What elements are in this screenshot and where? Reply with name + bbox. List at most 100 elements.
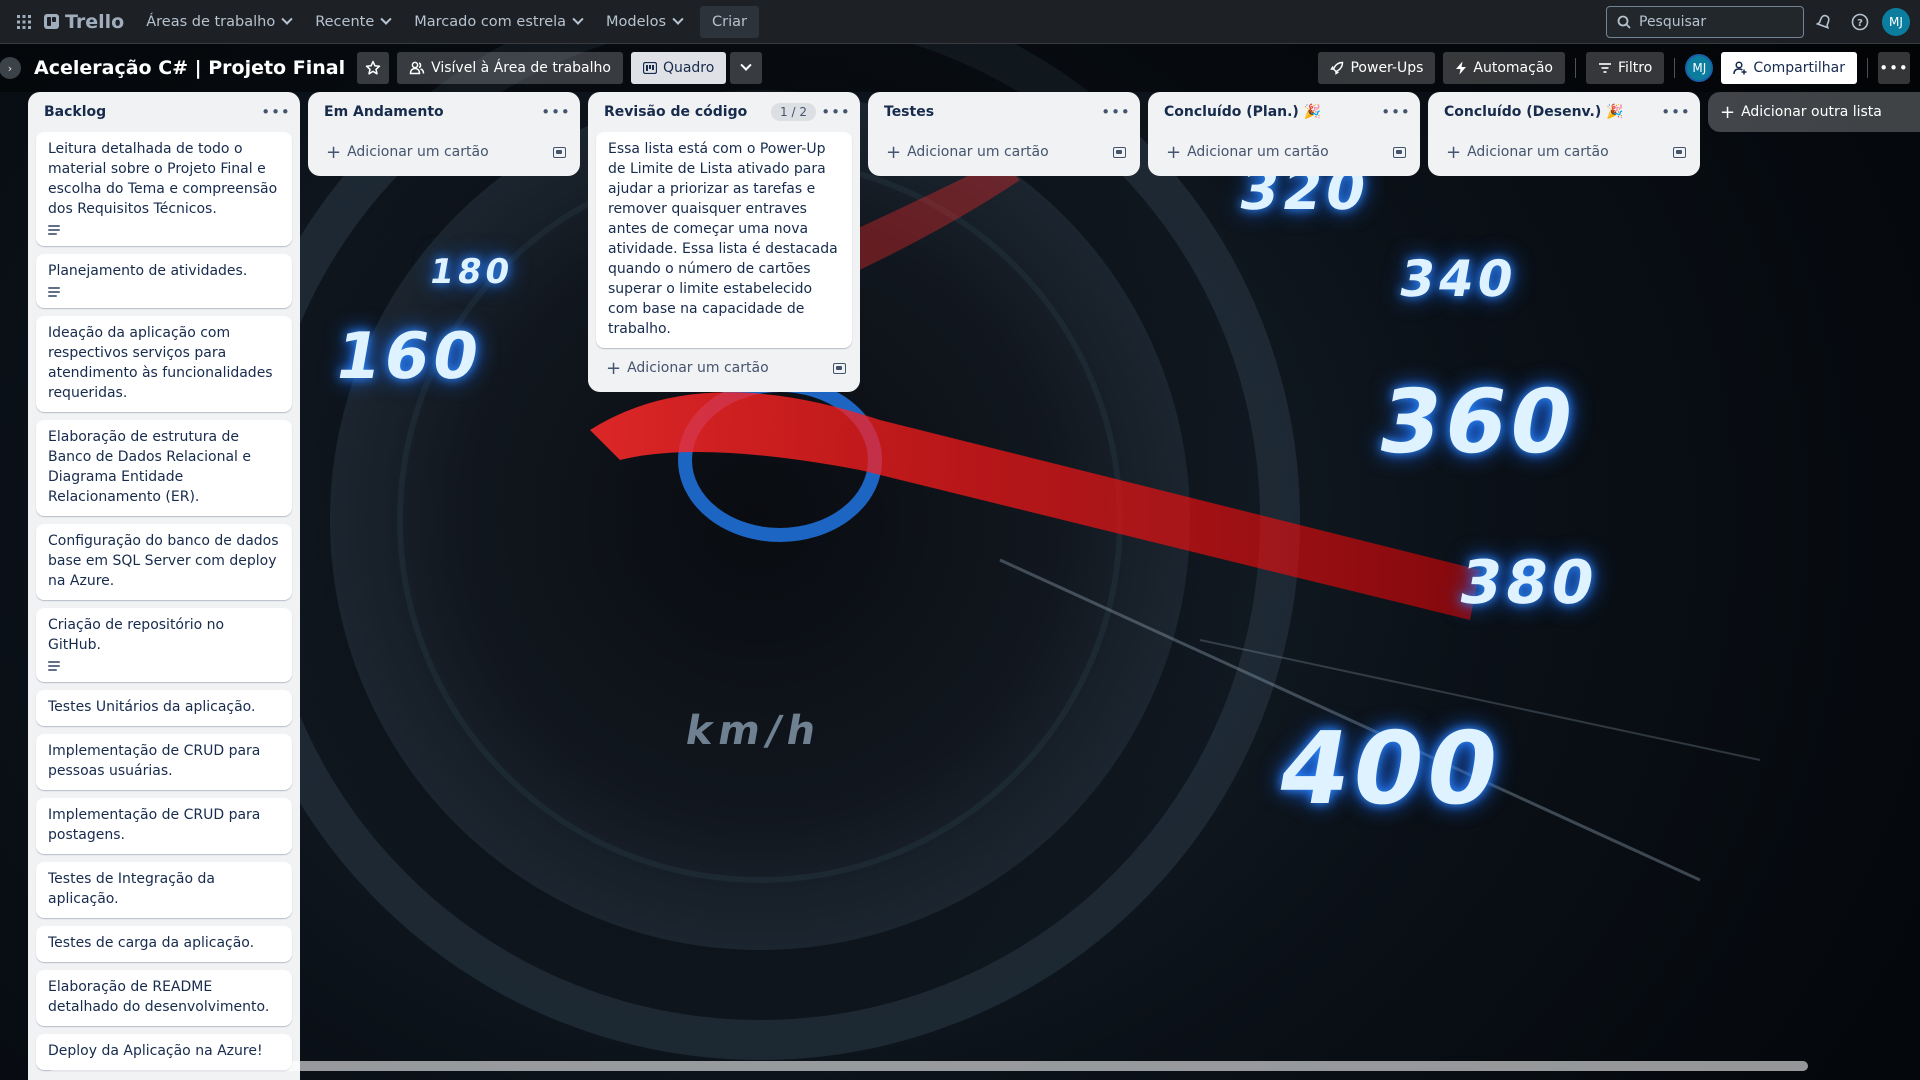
nav-workspaces[interactable]: Áreas de trabalho — [134, 6, 303, 38]
list-menu-icon[interactable]: ••• — [261, 98, 290, 126]
card[interactable]: Implementação de CRUD para pessoas usuár… — [36, 734, 292, 790]
board-title[interactable]: Aceleração C# | Projeto Final — [26, 57, 357, 79]
description-icon — [48, 287, 60, 297]
card[interactable]: Planejamento de atividades. — [36, 254, 292, 308]
nav-recent[interactable]: Recente — [303, 6, 402, 38]
list-title[interactable]: Em Andamento — [324, 104, 542, 120]
add-card-button[interactable]: +Adicionar um cartão — [36, 1074, 292, 1080]
card[interactable]: Implementação de CRUD para postagens. — [36, 798, 292, 854]
add-card-button[interactable]: +Adicionar um cartão — [876, 136, 1132, 168]
list-header: Em Andamento ••• — [316, 92, 572, 132]
people-icon — [409, 61, 425, 75]
automation-button[interactable]: Automação — [1443, 52, 1565, 84]
list-header: Concluído (Desenv.) 🎉 ••• — [1436, 92, 1692, 132]
scrollbar-thumb[interactable] — [48, 1061, 1808, 1071]
nav-templates-label: Modelos — [606, 13, 667, 30]
star-icon — [365, 60, 381, 75]
board-canvas: Backlog ••• Leitura detalhada de todo o ma… — [0, 92, 1920, 1080]
card[interactable]: Configuração do banco de dados base em S… — [36, 524, 292, 600]
list-menu-icon[interactable]: ••• — [1101, 98, 1130, 126]
card-title: Implementação de CRUD para postagens. — [48, 807, 261, 843]
create-button[interactable]: Criar — [700, 5, 759, 38]
nav-recent-label: Recente — [315, 13, 375, 30]
top-navigation: Trello Áreas de trabalho Recente Marcado… — [0, 0, 1920, 44]
card[interactable]: Testes de carga da aplicação. — [36, 926, 292, 962]
add-card-button[interactable]: +Adicionar um cartão — [1156, 136, 1412, 168]
card-title: Criação de repositório no GitHub. — [48, 617, 225, 653]
logo-text: Trello — [65, 10, 125, 33]
member-avatar[interactable]: MJ — [1685, 54, 1714, 82]
card-template-icon[interactable] — [833, 362, 846, 374]
card-title: Leitura detalhada de todo o material sob… — [48, 141, 278, 217]
card[interactable]: Criação de repositório no GitHub. — [36, 608, 292, 682]
plus-icon: + — [1166, 141, 1182, 163]
trello-logo[interactable]: Trello — [40, 11, 134, 33]
add-list-button[interactable]: + Adicionar outra lista — [1708, 92, 1920, 132]
list-menu-icon[interactable]: ••• — [541, 98, 570, 126]
add-card-button[interactable]: +Adicionar um cartão — [316, 136, 572, 168]
card[interactable]: Essa lista está com o Power-Up de Limite… — [596, 132, 852, 348]
card-title: Elaboração de estrutura de Banco de Dado… — [48, 429, 252, 505]
nav-templates[interactable]: Modelos — [594, 6, 694, 38]
card-template-icon[interactable] — [553, 146, 566, 158]
card[interactable]: Leitura detalhada de todo o material sob… — [36, 132, 292, 246]
nav-starred[interactable]: Marcado com estrela — [402, 6, 594, 38]
plus-icon: + — [606, 357, 622, 379]
plus-icon: + — [1720, 101, 1736, 123]
list-menu-icon[interactable]: ••• — [821, 98, 850, 126]
card-title: Testes Unitários da aplicação. — [48, 699, 256, 715]
add-card-button[interactable]: +Adicionar um cartão — [596, 352, 852, 384]
list-menu-icon[interactable]: ••• — [1661, 98, 1690, 126]
list: Backlog ••• Leitura detalhada de todo o ma… — [28, 92, 300, 1080]
list-title[interactable]: Testes — [884, 104, 1102, 120]
card-title: Testes de carga da aplicação. — [48, 935, 255, 951]
card[interactable]: Testes de Integração da aplicação. — [36, 862, 292, 918]
list-menu-icon[interactable]: ••• — [1381, 98, 1410, 126]
board-view-icon — [642, 62, 657, 74]
card-template-icon[interactable] — [1113, 146, 1126, 158]
list-title[interactable]: Concluído (Plan.) 🎉 — [1164, 104, 1382, 120]
nav-workspaces-label: Áreas de trabalho — [146, 13, 276, 30]
list-title[interactable]: Revisão de código — [604, 104, 771, 120]
share-button[interactable]: Compartilhar — [1721, 52, 1857, 84]
card-title: Testes de Integração da aplicação. — [48, 871, 215, 907]
visibility-button[interactable]: Visível à Área de trabalho — [397, 52, 623, 84]
card[interactable]: Testes Unitários da aplicação. — [36, 690, 292, 726]
add-card-button[interactable]: + Adicionar um cartão — [1436, 136, 1692, 168]
divider — [1674, 58, 1676, 78]
card[interactable]: Elaboração de estrutura de Banco de Dado… — [36, 420, 292, 516]
account-menu[interactable]: MJ — [1880, 6, 1912, 38]
list-title[interactable]: Concluído (Desenv.) 🎉 — [1444, 104, 1662, 120]
svg-text:?: ? — [1857, 18, 1863, 29]
notifications-icon[interactable] — [1808, 6, 1840, 38]
add-card-label: Adicionar um cartão — [1467, 144, 1609, 160]
card[interactable]: Elaboração de README detalhado do desenv… — [36, 970, 292, 1026]
view-switcher-button[interactable] — [730, 52, 763, 84]
chevron-down-icon — [281, 13, 293, 25]
app-switcher-icon[interactable] — [8, 6, 40, 38]
search-placeholder: Pesquisar — [1639, 13, 1707, 30]
view-board-tab[interactable]: Quadro — [630, 52, 727, 84]
card-title: Configuração do banco de dados base em S… — [48, 533, 279, 589]
powerups-button[interactable]: Power-Ups — [1318, 52, 1436, 84]
help-icon[interactable]: ? — [1844, 6, 1876, 38]
card[interactable]: Ideação da aplicação com respectivos ser… — [36, 316, 292, 412]
automation-label: Automação — [1473, 60, 1553, 76]
filter-button[interactable]: Filtro — [1585, 52, 1665, 84]
board-menu-button[interactable]: ••• — [1878, 52, 1910, 84]
horizontal-scrollbar[interactable] — [48, 1061, 1808, 1071]
star-button[interactable] — [357, 52, 390, 84]
description-icon — [48, 225, 60, 235]
card-template-icon[interactable] — [1393, 146, 1406, 158]
list-header: Backlog ••• — [36, 92, 292, 132]
sidebar-toggle[interactable]: › — [0, 52, 26, 84]
view-label: Quadro — [662, 60, 715, 76]
share-label: Compartilhar — [1753, 60, 1845, 76]
plus-icon: + — [1446, 141, 1462, 163]
card-template-icon[interactable] — [1673, 146, 1686, 158]
card-title: Elaboração de README detalhado do desenv… — [48, 979, 270, 1015]
list-title[interactable]: Backlog — [44, 104, 262, 120]
list: Revisão de código 1 / 2 ••• Essa lista está… — [588, 92, 860, 392]
search-input[interactable]: Pesquisar — [1606, 5, 1804, 38]
card-title: Deploy da Aplicação na Azure! — [48, 1043, 263, 1059]
